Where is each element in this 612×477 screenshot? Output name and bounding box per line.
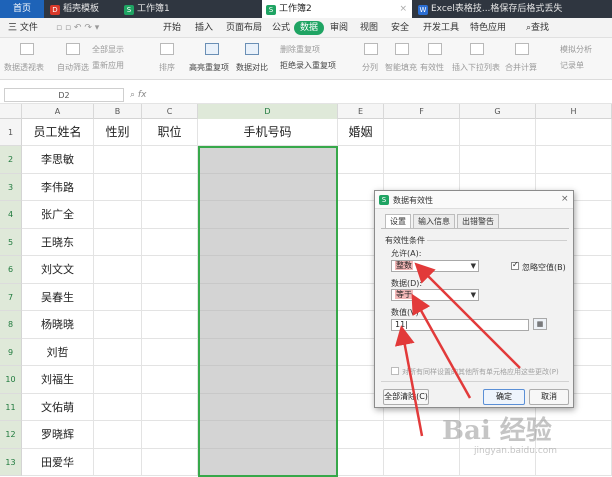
arrow-to-value-input (394, 325, 424, 437)
baidu-jingyan-watermark: Bai 经验 (442, 416, 552, 446)
watermark-url: jingyan.baidu.com (474, 446, 558, 456)
arrow-to-allow-select (414, 262, 521, 369)
arrow-to-data-select (411, 293, 472, 399)
annotation-arrows (394, 262, 521, 437)
